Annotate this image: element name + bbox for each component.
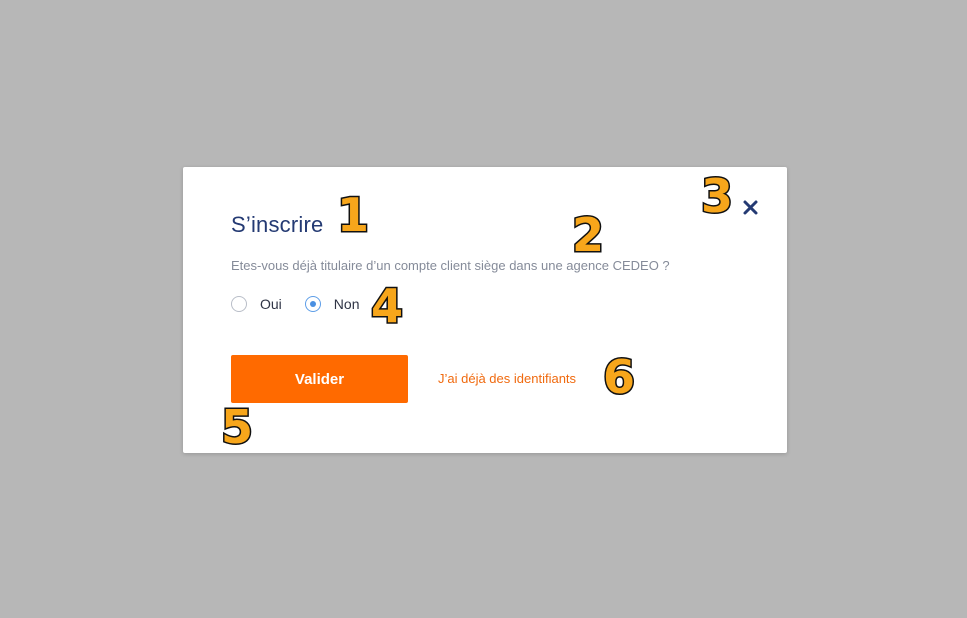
radio-option-non[interactable]: Non <box>304 296 360 312</box>
modal-title: S’inscrire <box>231 212 324 237</box>
radio-oui-label: Oui <box>260 296 282 312</box>
validate-button[interactable]: Valider <box>231 355 408 403</box>
annotation-badge-4: 4 <box>369 279 404 333</box>
account-radio-group: Oui Non <box>231 296 382 312</box>
radio-non-label: Non <box>333 296 360 312</box>
annotation-badge-2: 2 <box>570 208 605 262</box>
annotation-badge-6: 6 <box>601 350 636 404</box>
annotation-badge-5: 5 <box>219 400 254 454</box>
annotation-badge-1: 1 <box>335 188 370 242</box>
existing-credentials-link[interactable]: J’ai déjà des identifiants <box>438 371 576 386</box>
signup-modal: S’inscrire Etes-vous déjà titulaire d’un… <box>183 167 787 453</box>
radio-option-oui[interactable]: Oui <box>231 296 282 312</box>
close-icon <box>743 200 758 215</box>
radio-non[interactable] <box>304 296 321 312</box>
annotation-badge-3: 3 <box>699 169 734 223</box>
close-button[interactable] <box>740 197 762 219</box>
radio-oui[interactable] <box>231 296 247 312</box>
